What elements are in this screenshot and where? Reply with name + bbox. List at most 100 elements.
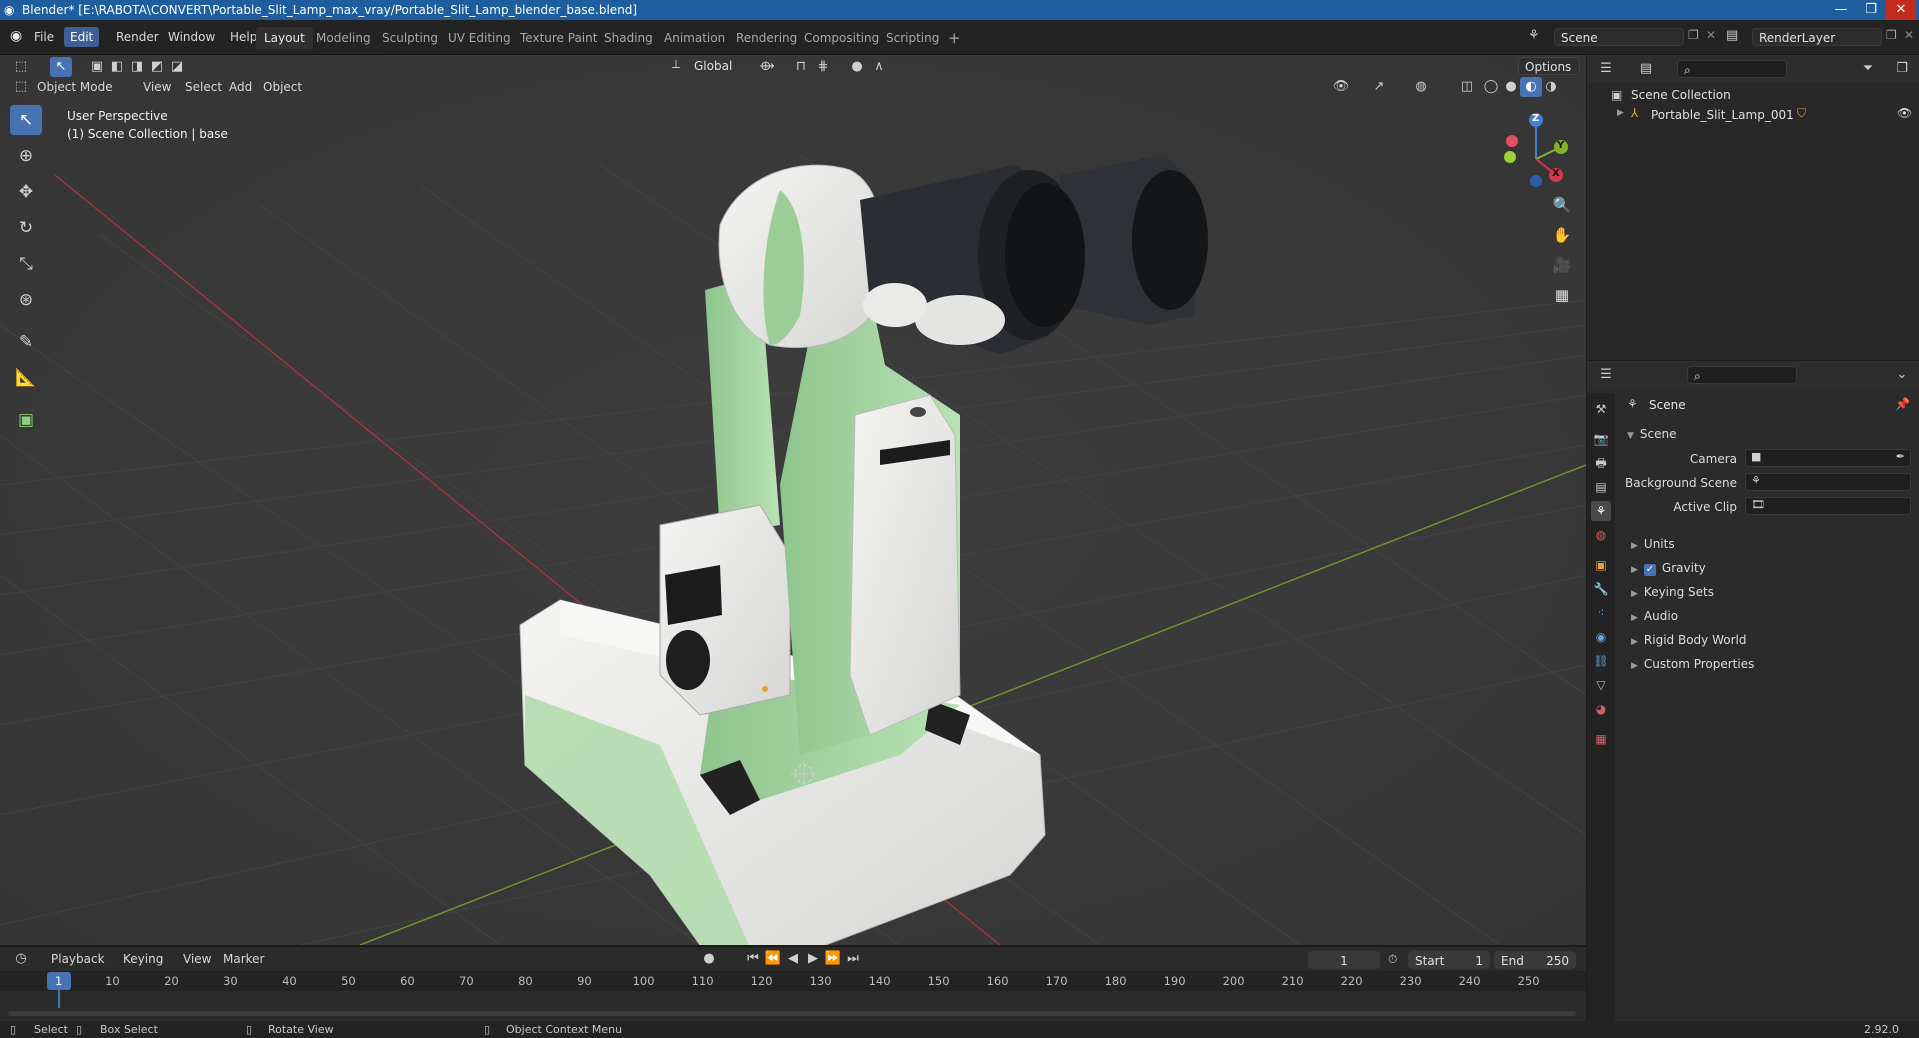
rotate-tool-icon[interactable]: ↻ (10, 213, 42, 243)
render-tab-icon[interactable]: 📷 (1591, 429, 1611, 449)
pan-hand-icon[interactable]: ✋ (1548, 221, 1576, 249)
tab-scripting[interactable]: Scripting (878, 27, 947, 49)
tab-animation[interactable]: Animation (656, 27, 733, 49)
menu-add[interactable]: Add (224, 77, 257, 97)
new-scene-icon[interactable]: ❐ (1688, 28, 1699, 42)
physics-tab-icon[interactable]: ◉ (1591, 627, 1611, 647)
menu-render[interactable]: Render (110, 27, 165, 47)
modifier-tab-icon[interactable]: 🔧 (1591, 579, 1611, 599)
select-extend-icon[interactable]: ◧ (106, 57, 128, 77)
panel-rigid-body-world[interactable]: ▶ Rigid Body World (1631, 633, 1746, 647)
new-view-layer-icon[interactable]: ❐ (1886, 28, 1897, 42)
new-collection-icon[interactable]: ❐ (1891, 59, 1913, 79)
menu-playback[interactable]: Playback (46, 949, 110, 969)
transform-tool-icon[interactable]: ⊛ (10, 285, 42, 315)
scale-tool-icon[interactable]: ⤡ (10, 249, 42, 279)
panel-units[interactable]: ▶ Units (1631, 537, 1675, 551)
chevron-down-icon[interactable]: ⌄ (1891, 365, 1913, 385)
scene-collection-label[interactable]: Scene Collection (1631, 88, 1731, 102)
select-intersect-icon[interactable]: ◪ (166, 57, 188, 77)
outliner-editor-icon[interactable]: ☰ (1595, 59, 1617, 79)
tab-sculpting[interactable]: Sculpting (374, 27, 446, 49)
tab-texture-paint[interactable]: Texture Paint (512, 27, 605, 49)
overlays-icon[interactable]: ◍ (1410, 77, 1432, 97)
transform-orientation-dropdown[interactable]: Global (688, 57, 748, 75)
move-tool-icon[interactable]: ✥ (10, 177, 42, 207)
end-frame-field[interactable]: End 250 (1494, 951, 1576, 969)
world-tab-icon[interactable]: ◍ (1591, 525, 1611, 545)
panel-audio[interactable]: ▶ Audio (1631, 609, 1678, 623)
camera-field[interactable]: ■ ✒ (1745, 449, 1911, 467)
tab-modeling[interactable]: Modeling (308, 27, 379, 49)
annotate-tool-icon[interactable]: ✎ (10, 327, 42, 357)
minimize-button[interactable]: — (1826, 0, 1856, 20)
visibility-icon[interactable]: 👁 (1330, 77, 1352, 97)
object-mode-dropdown[interactable]: Object Mode (32, 77, 118, 97)
tab-layout[interactable]: Layout (256, 27, 313, 49)
tab-shading[interactable]: Shading (596, 27, 661, 49)
menu-timeline-view[interactable]: View (178, 949, 216, 969)
tool-tab-icon[interactable]: ⚒ (1591, 399, 1611, 419)
panel-keying-sets[interactable]: ▶ Keying Sets (1631, 585, 1714, 599)
material-shading-icon[interactable]: ◐ (1520, 77, 1542, 97)
pin-icon[interactable]: 📌 (1895, 397, 1910, 411)
material-tab-icon[interactable]: ◕ (1591, 699, 1611, 719)
outliner-search-input[interactable]: ⌕ (1677, 60, 1787, 78)
tab-compositing[interactable]: Compositing (796, 27, 887, 49)
prev-keyframe-icon[interactable]: ⏪ (762, 949, 784, 969)
menu-edit[interactable]: Edit (64, 27, 100, 47)
current-frame-field[interactable]: 1 (1308, 951, 1380, 969)
3d-viewport[interactable]: Z Y X ⬚ ↖ ▣ ◧ ◨ ◩ ◪ ⟂ Global ⟴ ⊓ ⋕ ● ∧ O… (0, 55, 1586, 945)
rendered-shading-icon[interactable]: ◑ (1540, 77, 1562, 97)
auto-keying-icon[interactable]: ● (698, 949, 720, 969)
timeline-editor-icon[interactable]: ◷ (10, 949, 32, 969)
menu-keying[interactable]: Keying (118, 949, 168, 969)
start-frame-field[interactable]: Start 1 (1408, 951, 1490, 969)
display-mode-icon[interactable]: ▤ (1635, 59, 1657, 79)
menu-file[interactable]: File (28, 27, 60, 47)
tab-uv-editing[interactable]: UV Editing (440, 27, 519, 49)
select-subtract-icon[interactable]: ◨ (126, 57, 148, 77)
pivot-point-icon[interactable]: ⟴ (756, 57, 778, 77)
cursor-tool-icon[interactable]: ⊕ (10, 141, 42, 171)
falloff-icon[interactable]: ∧ (868, 57, 890, 77)
jump-start-icon[interactable]: ⏮ (742, 949, 764, 969)
visibility-eye-icon[interactable]: 👁 (1897, 106, 1912, 120)
outliner-item-label[interactable]: Portable_Slit_Lamp_001 (1651, 108, 1794, 122)
active-clip-field[interactable]: 🎞 (1745, 497, 1911, 515)
blender-menu-icon[interactable]: ◉ (10, 28, 22, 44)
options-dropdown[interactable]: Options (1518, 57, 1580, 75)
editor-type-icon[interactable]: ⬚ (10, 57, 32, 77)
constraints-tab-icon[interactable]: ⛓ (1591, 651, 1611, 671)
gravity-checkbox[interactable]: ✓ (1643, 564, 1656, 576)
object-tab-icon[interactable]: ▣ (1591, 555, 1611, 575)
data-tab-icon[interactable]: ▽ (1591, 675, 1611, 695)
eyedropper-icon[interactable]: ✒ (1896, 450, 1905, 463)
properties-editor-icon[interactable]: ☰ (1595, 365, 1617, 385)
select-mode-icon[interactable]: ↖ (50, 57, 72, 77)
menu-object[interactable]: Object (258, 77, 307, 97)
close-button[interactable]: ✕ (1886, 0, 1916, 20)
xray-icon[interactable]: ◫ (1456, 77, 1478, 97)
snap-increment-icon[interactable]: ⋕ (812, 57, 834, 77)
play-icon[interactable]: ▶ (802, 949, 824, 969)
wireframe-shading-icon[interactable]: ◯ (1480, 77, 1502, 97)
filter-icon[interactable]: ⏷ (1857, 59, 1879, 79)
measure-tool-icon[interactable]: 📐 (10, 363, 42, 393)
menu-select[interactable]: Select (180, 77, 227, 97)
background-scene-field[interactable]: ⚘ (1745, 473, 1911, 491)
panel-custom-properties[interactable]: ▶ Custom Properties (1631, 657, 1754, 671)
delete-view-layer-icon[interactable]: ✕ (1904, 28, 1914, 42)
timeline-scrollbar[interactable] (8, 1011, 1576, 1016)
solid-shading-icon[interactable]: ● (1500, 77, 1522, 97)
menu-marker[interactable]: Marker (218, 949, 269, 969)
camera-view-icon[interactable]: 🎥 (1548, 251, 1576, 279)
delete-scene-icon[interactable]: ✕ (1706, 28, 1716, 42)
jump-end-icon[interactable]: ⏭ (842, 949, 864, 969)
add-cube-tool-icon[interactable]: ▣ (10, 405, 42, 435)
next-keyframe-icon[interactable]: ⏩ (822, 949, 844, 969)
scene-name-field[interactable]: Scene (1554, 28, 1684, 46)
panel-gravity[interactable]: ▶ ✓ Gravity (1631, 561, 1706, 576)
play-reverse-icon[interactable]: ◀ (782, 949, 804, 969)
proportional-edit-icon[interactable]: ● (846, 57, 868, 77)
